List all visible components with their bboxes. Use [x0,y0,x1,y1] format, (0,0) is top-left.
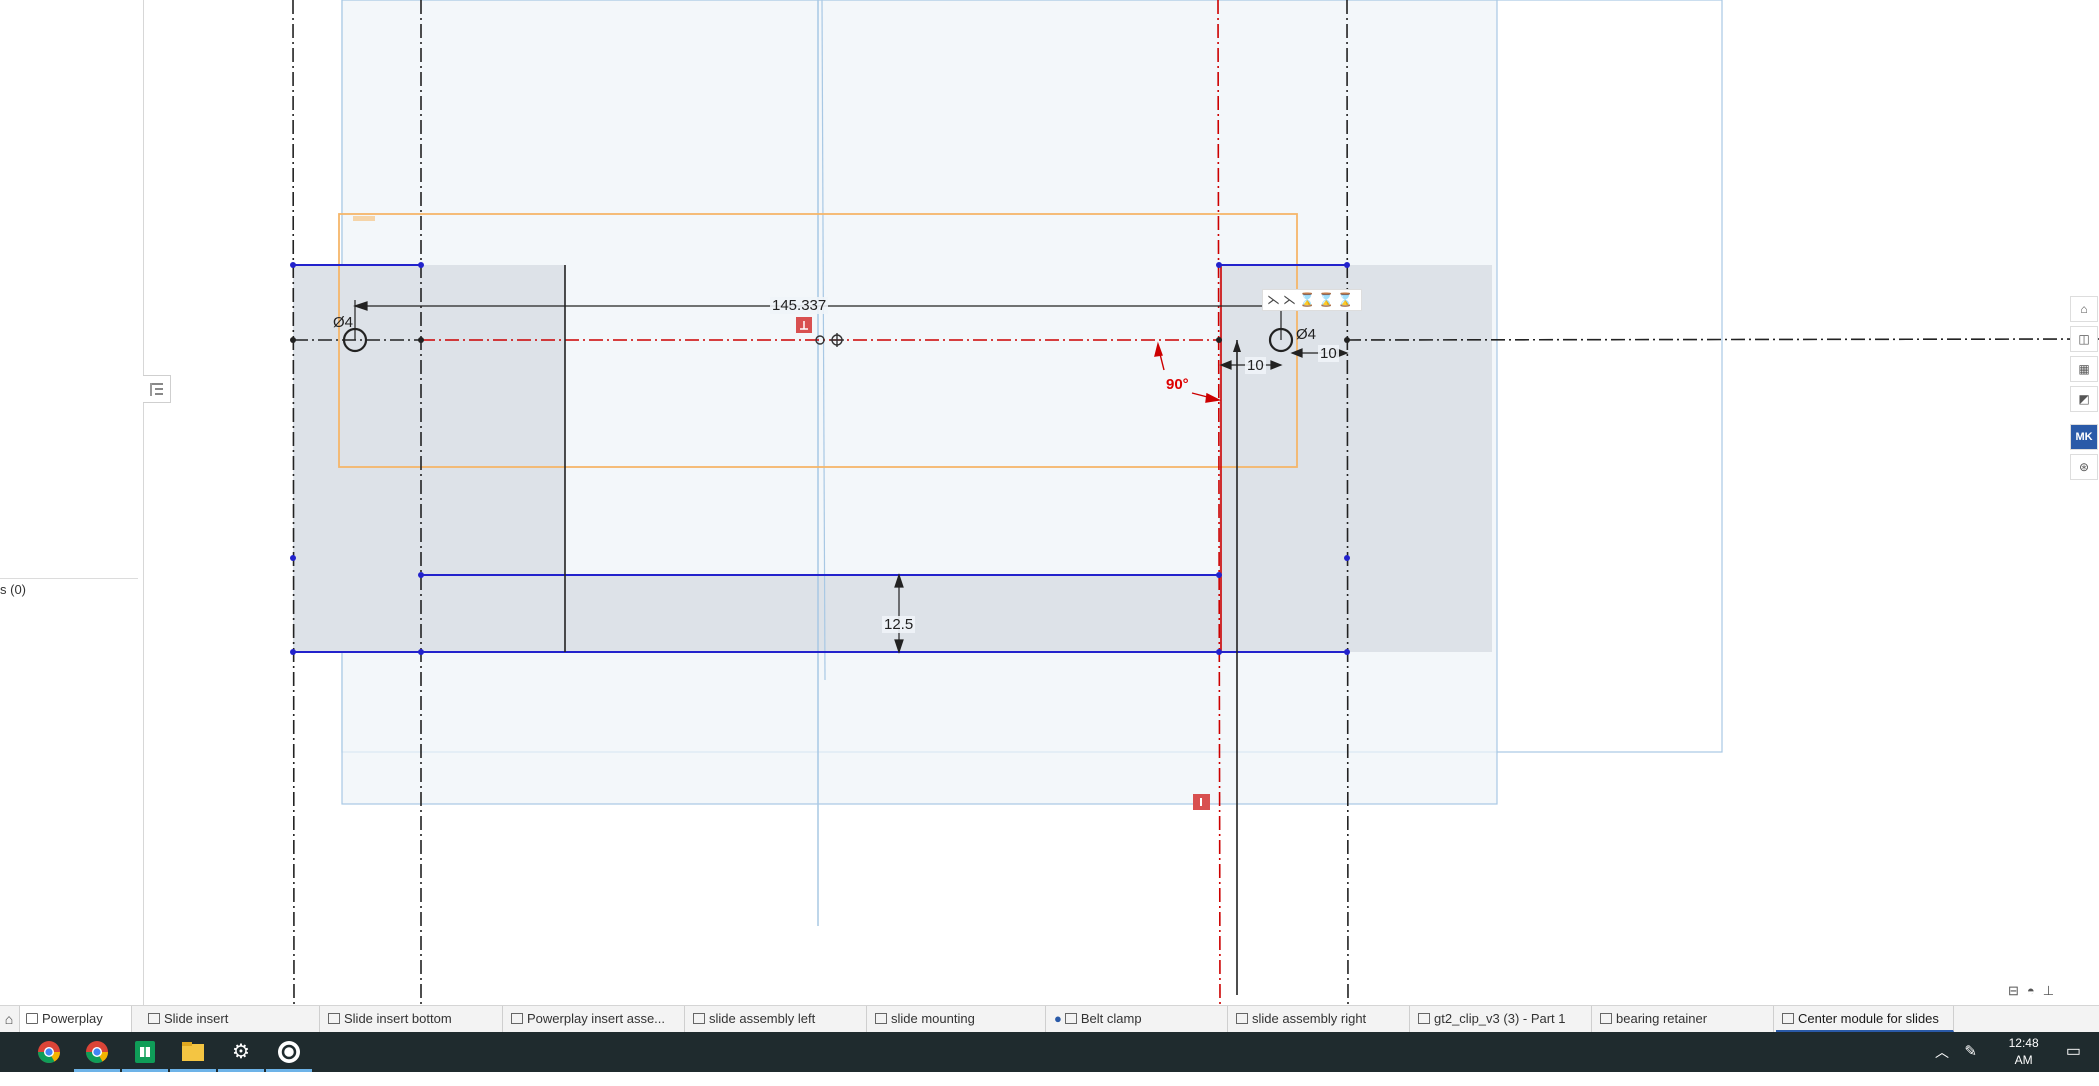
right-toolbar: ⌂ ◫ ▦ ◩ MK ⊛ [2070,296,2099,484]
home-icon[interactable]: ⌂ [0,1006,18,1032]
sketch-canvas[interactable] [144,0,2099,1005]
region-bottom[interactable] [565,575,1219,652]
mate-connector-icon[interactable]: ⊛ [2070,454,2098,480]
tab-bearing-retainer[interactable]: bearing retainer [1594,1006,1774,1032]
shared-icon: ● [1054,1011,1062,1026]
notification-icon[interactable]: ▭ [2066,1041,2081,1061]
selection-tag [353,216,375,221]
dim-width-label[interactable]: 145.337 [770,297,829,314]
os-taskbar: ▮ ⚙ ︿ ✎ 12:48 AM 7/6/2024 ▭ [0,1032,2099,1084]
app-icon-partial[interactable]: ▮ [0,1032,8,1072]
tab-slide-assembly-left[interactable]: slide assembly left [687,1006,867,1032]
tab-powerplay-insert-assembly[interactable]: Powerplay insert asse... [505,1006,685,1032]
dim-height-label[interactable]: 12.5 [882,616,916,633]
tab-slide-insert-bottom[interactable]: Slide insert bottom [322,1006,503,1032]
chrome-icon[interactable] [26,1032,72,1072]
settings-icon[interactable]: ⚙ [218,1032,264,1072]
display-mode-icon[interactable]: ◫ [2070,326,2098,352]
tab-slide-assembly-right[interactable]: slide assembly right [1230,1006,1410,1032]
constraint-icons[interactable]: ⋋⋋⌛⌛⌛ [1262,289,1362,311]
panel-divider [0,578,138,579]
graphics-viewport[interactable]: 145.337 Ø4 Ø4 10 10 12.5 90° ⋋⋋⌛⌛⌛ [144,0,2099,1005]
view-cube-icon[interactable]: ⌂ [2070,296,2098,322]
dim-angle-label[interactable]: 90° [1166,376,1189,393]
dim-offset-outer-label[interactable]: 10 [1318,345,1339,362]
viewport-bottom-icons[interactable]: ⊟◓⊥ [2008,983,2062,999]
tab-slide-insert[interactable]: Slide insert [142,1006,320,1032]
dim-offset-inner-label[interactable]: 10 [1245,357,1266,374]
section-view-icon[interactable]: ▦ [2070,356,2098,382]
document-tab-bar: ⌂ Powerplay Slide insert Slide insert bo… [0,1005,2099,1032]
onshape-app-icon[interactable] [266,1032,312,1072]
system-clock[interactable]: 12:48 AM 7/6/2024 [2000,1035,2047,1086]
pen-icon[interactable]: ✎ [1964,1042,1977,1060]
file-explorer-icon[interactable] [170,1032,216,1072]
render-icon[interactable]: ◩ [2070,386,2098,412]
tab-belt-clamp[interactable]: ● Belt clamp [1048,1006,1228,1032]
tab-slide-mounting[interactable]: slide mounting [869,1006,1046,1032]
chrome-active-icon[interactable] [74,1032,120,1072]
dim-hole-right-label[interactable]: Ø4 [1294,326,1318,343]
region-right[interactable] [1219,265,1492,652]
mk-app-button[interactable]: MK [2070,424,2098,450]
dim-hole-left-label[interactable]: Ø4 [331,314,355,331]
parts-list-header[interactable]: s (0) [0,582,26,597]
feature-panel: s (0) [0,0,144,1005]
tab-center-module[interactable]: Center module for slides [1776,1006,1954,1032]
sheets-icon[interactable] [122,1032,168,1072]
clock-time: 12:48 AM [2008,1036,2039,1067]
tab-gt2-clip[interactable]: gt2_clip_v3 (3) - Part 1 [1412,1006,1592,1032]
tab-folder-powerplay[interactable]: Powerplay [19,1006,132,1032]
chevron-up-icon[interactable]: ︿ [1935,1042,1949,1062]
